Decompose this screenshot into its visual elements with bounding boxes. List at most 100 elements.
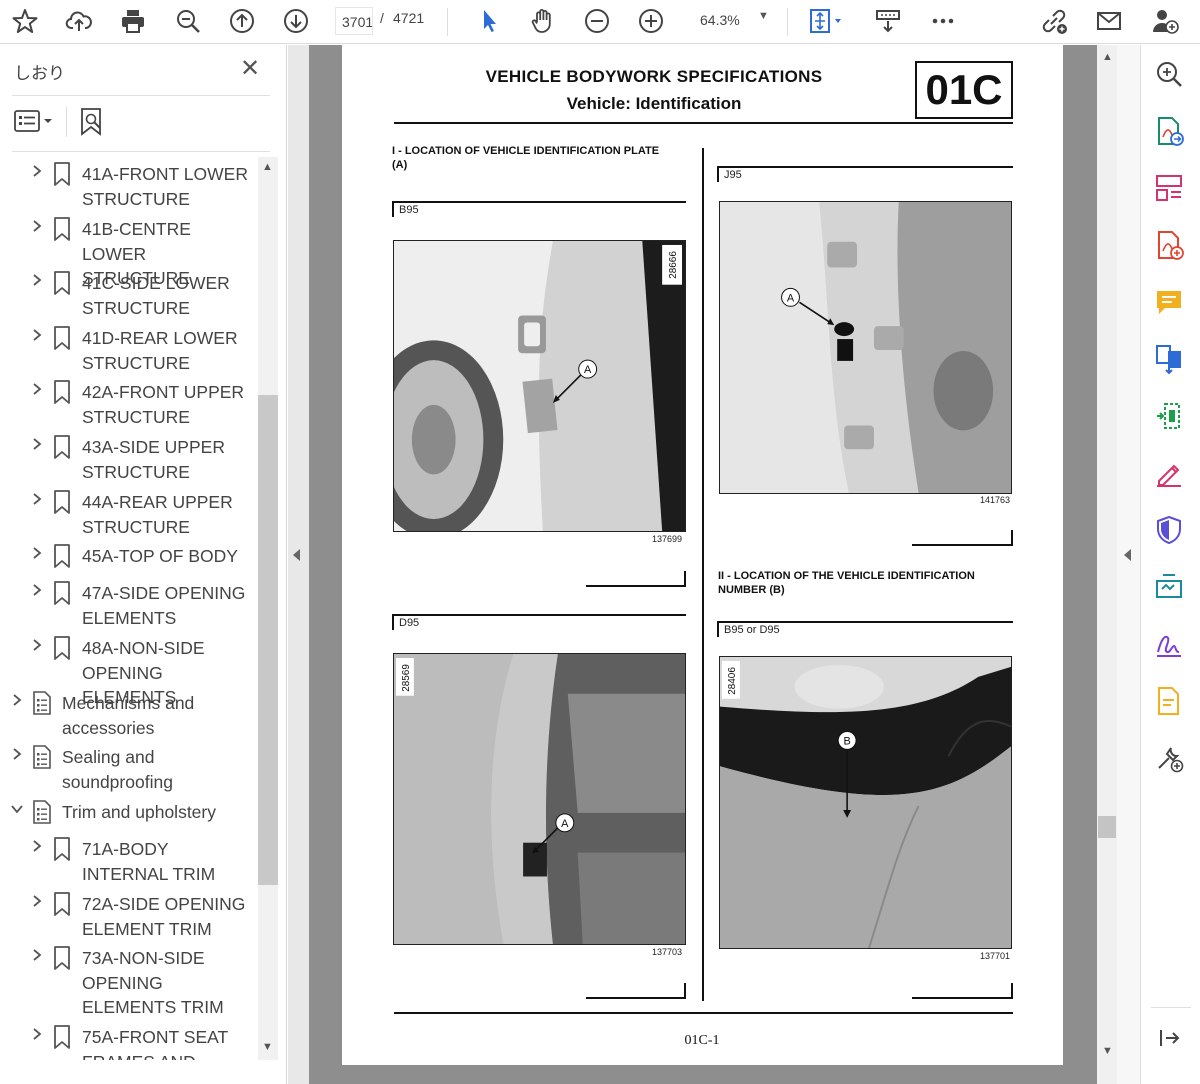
hand-tool-icon[interactable] <box>526 4 560 38</box>
page-fit-icon[interactable] <box>802 4 848 38</box>
scroll-down-icon[interactable]: ▼ <box>1102 1045 1113 1057</box>
figure-end-mark <box>912 530 1013 546</box>
edit-pdf-icon[interactable] <box>1153 457 1185 489</box>
create-pdf-icon[interactable] <box>1153 229 1185 261</box>
scroll-mode-icon[interactable] <box>871 4 905 38</box>
bookmark-item[interactable]: 44A-REAR UPPER STRUCTURE <box>0 490 256 540</box>
organize-pages-icon[interactable] <box>1153 172 1185 204</box>
email-icon[interactable] <box>1092 4 1126 38</box>
print-icon[interactable] <box>116 4 150 38</box>
bookmark-label: 44A-REAR UPPER STRUCTURE <box>82 492 233 537</box>
bookmark-scrollbar[interactable]: ▲ ▼ <box>258 157 278 1060</box>
figure-ref: 137701 <box>980 951 1011 961</box>
previous-page-icon[interactable] <box>225 4 259 38</box>
bookmark-item[interactable]: 41D-REAR LOWER STRUCTURE <box>0 326 256 376</box>
chevron-right-icon[interactable] <box>30 492 44 506</box>
collapse-left-icon[interactable] <box>293 549 300 561</box>
bookmark-item[interactable]: 47A-SIDE OPENING ELEMENTS <box>0 581 256 631</box>
scroll-up-icon[interactable]: ▲ <box>262 161 273 173</box>
bookmark-item[interactable]: 41B-CENTRE LOWER STRUCTURE <box>0 217 256 288</box>
more-options-icon[interactable] <box>926 4 960 38</box>
compress-pdf-icon[interactable] <box>1153 400 1185 432</box>
svg-text:A: A <box>584 364 592 376</box>
main-toolbar: 3701 / 4721 64.3% ▼ <box>0 0 1200 44</box>
close-icon[interactable]: ✕ <box>240 57 260 81</box>
star-icon[interactable] <box>8 4 42 38</box>
scrollbar-thumb[interactable] <box>1098 816 1116 838</box>
bookmark-item[interactable]: 41A-FRONT LOWER STRUCTURE <box>0 162 256 212</box>
bookmark-item[interactable]: 75A-FRONT SEAT FRAMES AND <box>0 1025 256 1060</box>
scrollbar-thumb[interactable] <box>258 395 278 885</box>
chevron-right-icon[interactable] <box>30 583 44 597</box>
column-divider <box>702 148 704 1001</box>
bookmark-label: 75A-FRONT SEAT FRAMES AND <box>82 1027 228 1060</box>
bookmark-label: Sealing and soundproofing <box>62 747 173 792</box>
chevron-right-icon[interactable] <box>30 164 44 178</box>
bookmark-item[interactable]: 73A-NON-SIDE OPENING ELEMENTS TRIM <box>0 946 256 1017</box>
export-pdf-icon[interactable] <box>1153 115 1185 147</box>
header-rule <box>394 122 1013 124</box>
figure-end-mark <box>912 983 1013 999</box>
panel-splitter[interactable] <box>1117 45 1140 1084</box>
cloud-upload-icon[interactable] <box>62 4 96 38</box>
bookmark-options-icon[interactable] <box>14 109 56 135</box>
select-cursor-icon[interactable] <box>472 4 506 38</box>
toolbar-divider <box>447 8 448 36</box>
document-scrollbar[interactable]: ▲ ▼ <box>1097 45 1117 1084</box>
bookmark-label: Mechanisms and accessories <box>62 693 195 738</box>
chevron-right-icon[interactable] <box>30 328 44 342</box>
toolbar-divider <box>787 8 788 36</box>
page-number-input[interactable]: 3701 <box>335 7 373 35</box>
next-page-icon[interactable] <box>279 4 313 38</box>
bookmark-item[interactable]: 71A-BODY INTERNAL TRIM <box>0 837 256 887</box>
chevron-right-icon[interactable] <box>30 948 44 962</box>
chevron-right-icon[interactable] <box>30 437 44 451</box>
collapse-tools-icon[interactable] <box>1124 549 1131 561</box>
sign-icon[interactable] <box>1153 628 1185 660</box>
add-user-icon[interactable] <box>1148 4 1182 38</box>
chevron-down-icon[interactable]: ▼ <box>758 10 769 22</box>
chevron-right-icon[interactable] <box>30 894 44 908</box>
combine-files-icon[interactable] <box>1153 343 1185 375</box>
share-link-icon[interactable] <box>1037 4 1071 38</box>
scroll-up-icon[interactable]: ▲ <box>1102 51 1113 63</box>
bookmark-icon <box>54 636 70 660</box>
zoom-out-search-icon[interactable] <box>171 4 205 38</box>
bookmark-icon <box>54 435 70 459</box>
protect-shield-icon[interactable] <box>1153 514 1185 546</box>
fill-form-icon[interactable] <box>1153 685 1185 717</box>
chevron-down-icon[interactable] <box>10 802 24 816</box>
bookmark-item[interactable]: 72A-SIDE OPENING ELEMENT TRIM <box>0 892 256 942</box>
panel-splitter[interactable] <box>288 45 309 1084</box>
bookmark-item[interactable]: 42A-FRONT UPPER STRUCTURE <box>0 380 256 430</box>
search-zoom-icon[interactable] <box>1153 58 1185 90</box>
bookmark-section-item[interactable]: Sealing and soundproofing <box>0 745 256 795</box>
bookmark-label: 43A-SIDE UPPER STRUCTURE <box>82 437 225 482</box>
convert-icon[interactable] <box>1153 571 1185 603</box>
collapse-pane-icon[interactable] <box>1153 1022 1185 1054</box>
chevron-right-icon[interactable] <box>30 1027 44 1041</box>
svg-text:A: A <box>787 292 795 304</box>
chevron-right-icon[interactable] <box>30 839 44 853</box>
zoom-in-icon[interactable] <box>634 4 668 38</box>
chevron-right-icon[interactable] <box>30 638 44 652</box>
bookmark-label: 41A-FRONT LOWER STRUCTURE <box>82 164 248 209</box>
chevron-right-icon[interactable] <box>30 382 44 396</box>
bookmark-item[interactable]: 41C-SIDE LOWER STRUCTURE <box>0 271 256 321</box>
bookmark-item[interactable]: 48A-NON-SIDE OPENING ELEMENTS <box>0 636 256 707</box>
figure-end-mark <box>586 571 686 587</box>
chevron-right-icon[interactable] <box>10 693 24 707</box>
chevron-right-icon[interactable] <box>30 546 44 560</box>
zoom-out-icon[interactable] <box>580 4 614 38</box>
bookmark-section-item[interactable]: Mechanisms and accessories <box>0 691 256 741</box>
comment-icon[interactable] <box>1153 286 1185 318</box>
bookmark-icon <box>54 162 70 186</box>
scroll-down-icon[interactable]: ▼ <box>262 1041 273 1053</box>
svg-text:28666: 28666 <box>668 251 679 279</box>
chevron-right-icon[interactable] <box>30 219 44 233</box>
new-bookmark-icon[interactable] <box>78 107 106 137</box>
bookmark-item[interactable]: 43A-SIDE UPPER STRUCTURE <box>0 435 256 485</box>
more-tools-icon[interactable] <box>1153 742 1185 774</box>
chevron-right-icon[interactable] <box>30 273 44 287</box>
chevron-right-icon[interactable] <box>10 747 24 761</box>
